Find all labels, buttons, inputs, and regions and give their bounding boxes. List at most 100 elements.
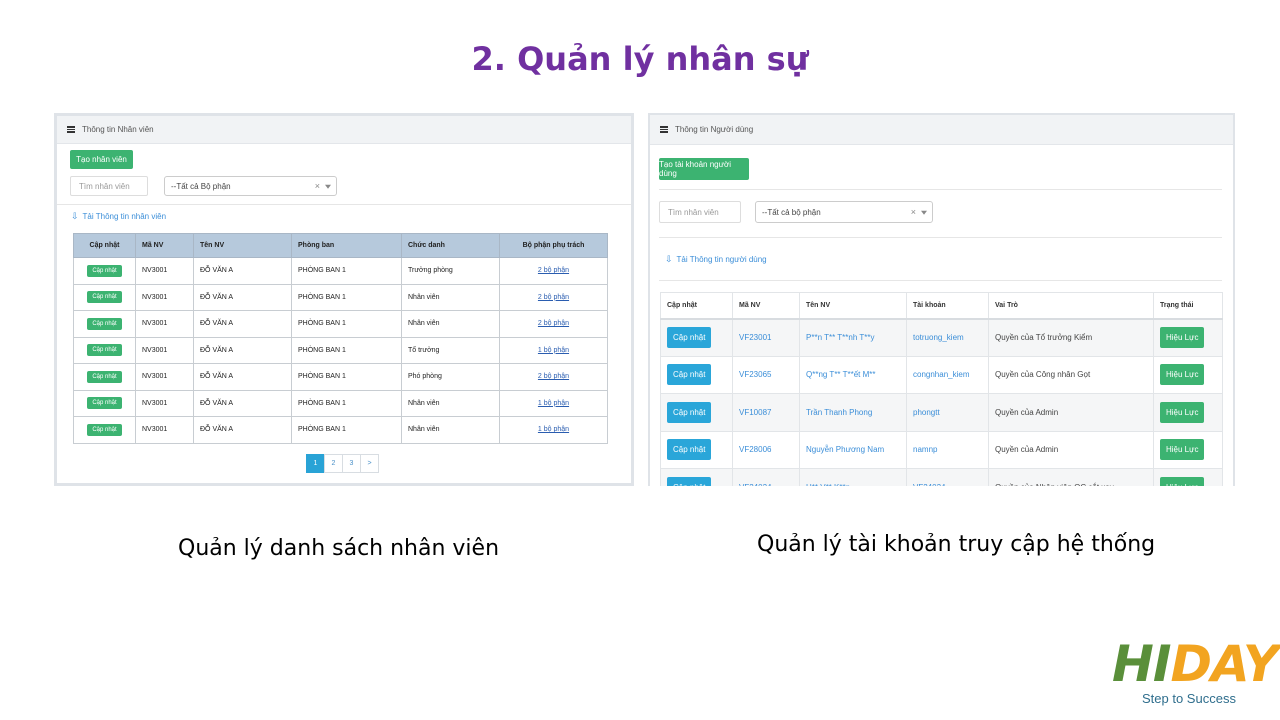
divider (57, 204, 631, 205)
user-role: Quyền của Công nhân Gọt (988, 355, 1154, 394)
employee-id: NV3001 (135, 336, 194, 364)
employee-id: NV3001 (135, 416, 194, 444)
employee-name: ĐỖ VĂN A (193, 336, 292, 364)
update-button[interactable]: Cập nhật (87, 344, 122, 357)
employee-dept: PHÒNG BAN 1 (291, 283, 402, 311)
employee-name: ĐỖ VĂN A (193, 389, 292, 417)
download-employee-link[interactable]: ⇩ Tải Thông tin nhân viên (71, 211, 166, 222)
employee-title: Trưởng phòng (401, 257, 500, 285)
menu-icon (67, 125, 75, 134)
user-id: VF28006 (732, 430, 800, 469)
update-button[interactable]: Cập nhật (667, 439, 712, 461)
update-button[interactable]: Cập nhật (87, 370, 122, 383)
department-filter-value: --Tất cả Bộ phận (171, 181, 231, 191)
status-badge[interactable]: Hiệu Lực (1160, 364, 1205, 386)
status-badge[interactable]: Hiệu Lực (1160, 439, 1205, 461)
update-button[interactable]: Cập nhật (87, 423, 122, 436)
next-page-button[interactable]: > (360, 454, 379, 473)
user-id: VF23001 (732, 318, 800, 357)
update-button[interactable]: Cập nhật (87, 264, 122, 277)
create-employee-button[interactable]: Tạo nhân viên (70, 150, 133, 169)
user-account: VF24024 (906, 468, 989, 486)
user-account: namnp (906, 430, 989, 469)
scope-link[interactable]: 2 bộ phận (538, 294, 569, 301)
scope-link[interactable]: 1 bộ phận (538, 426, 569, 433)
clear-icon[interactable]: × (911, 207, 916, 217)
logo-hi: HI (1112, 635, 1171, 693)
update-button[interactable]: Cập nhật (87, 291, 122, 304)
employee-id: NV3001 (135, 257, 194, 285)
table-row: Cập nhật NV3001 ĐỖ VĂN A PHÒNG BAN 1 Nhâ… (73, 389, 608, 417)
employee-name: ĐỖ VĂN A (193, 283, 292, 311)
department-filter-select[interactable]: --Tất cả Bộ phận × (164, 176, 337, 196)
user-role: Quyền của Tổ trưởng Kiểm (988, 318, 1154, 357)
table-row: Cập nhật NV3001 ĐỖ VĂN A PHÒNG BAN 1 Nhâ… (73, 283, 608, 311)
user-account: totruong_kiem (906, 318, 989, 357)
column-header: Mã NV (732, 292, 800, 320)
page-button-1[interactable]: 1 (306, 454, 325, 473)
employee-table: Cập nhật Mã NV Tên NV Phòng ban Chức dan… (73, 233, 608, 444)
update-button[interactable]: Cập nhật (87, 397, 122, 410)
employee-id: NV3001 (135, 363, 194, 391)
status-badge[interactable]: Hiệu Lực (1160, 401, 1205, 423)
status-badge[interactable]: Hiệu Lực (1160, 476, 1205, 486)
table-row: Cập nhật VF23001 P**n T** T**nh T**y tot… (660, 318, 1223, 357)
employee-title: Tổ trưởng (401, 336, 500, 364)
logo-tagline: Step to Success (1142, 691, 1236, 706)
scope-link[interactable]: 2 bộ phận (538, 373, 569, 380)
employee-title: Nhân viên (401, 389, 500, 417)
employee-title: Nhân viên (401, 416, 500, 444)
update-button[interactable]: Cập nhật (87, 317, 122, 330)
clear-icon[interactable]: × (315, 181, 320, 191)
employee-id: NV3001 (135, 389, 194, 417)
download-user-link[interactable]: ⇩ Tải Thông tin người dùng (665, 254, 767, 265)
column-header: Mã NV (135, 233, 194, 258)
employee-id: NV3001 (135, 283, 194, 311)
download-user-label: Tải Thông tin người dùng (676, 255, 767, 264)
divider (659, 237, 1222, 238)
employee-dept: PHÒNG BAN 1 (291, 310, 402, 338)
user-name: Nguyễn Phương Nam (799, 430, 907, 469)
employee-dept: PHÒNG BAN 1 (291, 389, 402, 417)
table-row: Cập nhật NV3001 ĐỖ VĂN A PHÒNG BAN 1 Tổ … (73, 336, 608, 364)
hiday-logo: HIDAY Step to Success (1112, 635, 1279, 712)
update-button[interactable]: Cập nhật (667, 401, 712, 423)
employee-name: ĐỖ VĂN A (193, 363, 292, 391)
scope-link[interactable]: 2 bộ phận (538, 267, 569, 274)
menu-icon (660, 125, 668, 134)
scope-link[interactable]: 1 bộ phận (538, 347, 569, 354)
user-name: Q**ng T** T**ết M** (799, 355, 907, 394)
table-row: Cập nhật NV3001 ĐỖ VĂN A PHÒNG BAN 1 Nhâ… (73, 310, 608, 338)
user-name: P**n T** T**nh T**y (799, 318, 907, 357)
update-button[interactable]: Cập nhật (667, 327, 712, 348)
user-name: Trần Thanh Phong (799, 393, 907, 432)
table-row: Cập nhật NV3001 ĐỖ VĂN A PHÒNG BAN 1 Nhâ… (73, 416, 608, 444)
user-account: phongtt (906, 393, 989, 432)
employee-id: NV3001 (135, 310, 194, 338)
user-search-input[interactable]: Tìm nhân viên (659, 201, 741, 223)
scope-link[interactable]: 2 bộ phận (538, 320, 569, 327)
column-header: Trạng thái (1153, 292, 1223, 320)
user-role: Quyền của Admin (988, 393, 1154, 432)
user-department-filter-select[interactable]: --Tất cả bộ phận × (755, 201, 933, 223)
download-icon: ⇩ (71, 211, 79, 221)
user-table: Cập nhật Mã NV Tên NV Tài khoản Vai Trò … (660, 292, 1223, 486)
page-button-3[interactable]: 3 (342, 454, 361, 473)
update-button[interactable]: Cập nhật (667, 476, 712, 486)
update-button[interactable]: Cập nhật (667, 364, 712, 386)
page-button-2[interactable]: 2 (324, 454, 343, 473)
employee-search-input[interactable]: Tìm nhân viên (70, 176, 148, 196)
user-name: H** V** K**n (799, 468, 907, 486)
employee-dept: PHÒNG BAN 1 (291, 416, 402, 444)
user-id: VF10087 (732, 393, 800, 432)
employee-title: Nhân viên (401, 310, 500, 338)
column-header: Tên NV (193, 233, 292, 258)
column-header: Vai Trò (988, 292, 1154, 320)
scope-link[interactable]: 1 bộ phận (538, 400, 569, 407)
create-user-account-button[interactable]: Tạo tài khoản người dùng (659, 158, 749, 180)
divider (659, 280, 1222, 281)
employee-dept: PHÒNG BAN 1 (291, 257, 402, 285)
status-badge[interactable]: Hiệu Lực (1160, 327, 1205, 348)
table-row: Cập nhật VF10087 Trần Thanh Phong phongt… (660, 393, 1223, 432)
employee-name: ĐỖ VĂN A (193, 416, 292, 444)
